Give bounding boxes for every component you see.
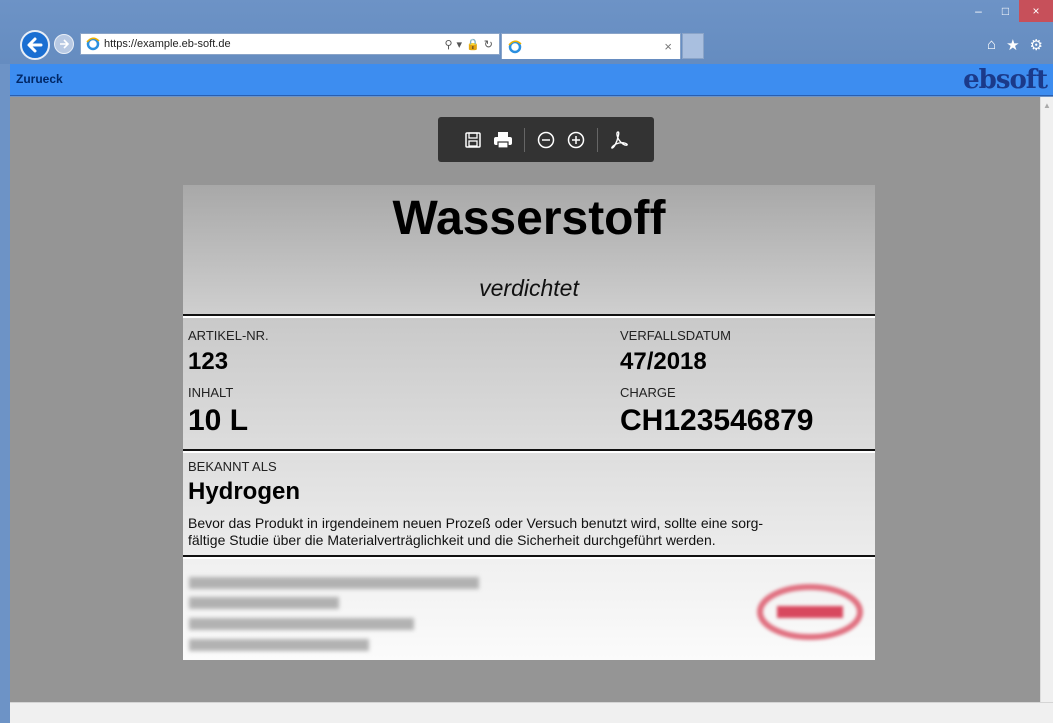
safety-description: Bevor das Produkt in irgendeinem neuen P… [188, 515, 868, 549]
zoom-in-button[interactable] [561, 125, 591, 155]
label-page: Wasserstoff verdichtet ARTIKEL-NR. 123 V… [183, 185, 875, 660]
expiry-value: 47/2018 [620, 348, 707, 375]
blurred-address-line [189, 597, 339, 609]
content-label: INHALT [188, 385, 234, 400]
arrow-right-icon [60, 39, 70, 49]
known-as-value: Hydrogen [188, 478, 301, 505]
product-title: Wasserstoff [392, 192, 666, 245]
save-button[interactable] [458, 125, 488, 155]
status-bar [10, 702, 1053, 723]
expiry-label: VERFALLSDATUM [620, 328, 732, 343]
toolbar-separator [597, 127, 598, 152]
article-number-value: 123 [188, 348, 229, 375]
arrow-left-icon [27, 37, 43, 53]
zoom-out-icon [537, 131, 555, 148]
ebsoft-logo: ebsoft [963, 65, 1048, 95]
search-icon[interactable]: ⚲ [444, 38, 452, 51]
home-icon[interactable]: ⌂ [987, 36, 996, 54]
back-link[interactable]: Zurueck [16, 72, 63, 86]
blurred-company-stamp [757, 584, 863, 640]
open-in-acrobat-button[interactable] [604, 125, 634, 155]
vertical-scrollbar[interactable]: ▲ [1040, 97, 1053, 702]
footer-section [183, 559, 875, 660]
browser-tab[interactable]: × [501, 33, 681, 59]
browser-toolbar-icons: ⌂ ★ ⚙ [987, 36, 1043, 54]
blurred-address-line [189, 577, 479, 589]
refresh-icon[interactable]: ↻ [484, 38, 493, 51]
new-tab-button[interactable] [682, 33, 704, 59]
window-controls: – □ × [965, 0, 1053, 22]
scroll-up-icon[interactable]: ▲ [1041, 101, 1053, 110]
minimize-button[interactable]: – [965, 0, 992, 22]
url-text: https://example.eb-soft.de [104, 38, 231, 50]
tab-close-icon[interactable]: × [664, 39, 672, 54]
article-number-label: ARTIKEL-NR. [188, 328, 269, 343]
lock-icon[interactable]: 🔒 [466, 38, 480, 51]
star-icon[interactable]: ★ [1006, 36, 1019, 54]
batch-value: CH123546879 [620, 404, 814, 437]
dropdown-icon[interactable]: ▾ [457, 38, 463, 51]
known-as-label: BEKANNT ALS [188, 459, 277, 474]
close-window-button[interactable]: × [1019, 0, 1053, 22]
info-section: ARTIKEL-NR. 123 VERFALLSDATUM 47/2018 IN… [183, 318, 875, 451]
blurred-address-line [189, 639, 369, 651]
ie-favicon-icon [508, 40, 522, 53]
browser-back-button[interactable] [20, 30, 50, 60]
acrobat-icon [611, 130, 628, 149]
toolbar-separator [524, 127, 525, 152]
description-section: BEKANNT ALS Hydrogen Bevor das Produkt i… [183, 453, 875, 557]
app-header: Zurueck ebsoft [10, 64, 1053, 96]
blurred-address-line [189, 618, 414, 630]
address-bar[interactable]: https://example.eb-soft.de ⚲ ▾ 🔒 ↻ [80, 33, 500, 55]
batch-label: CHARGE [620, 385, 676, 400]
print-button[interactable] [488, 125, 518, 155]
title-section: Wasserstoff verdichtet [183, 185, 875, 316]
print-icon [494, 131, 512, 149]
zoom-out-button[interactable] [531, 125, 561, 155]
save-icon [465, 131, 481, 148]
pdf-toolbar [438, 117, 654, 162]
product-subtitle: verdichtet [479, 275, 579, 301]
content-value: 10 L [188, 404, 249, 437]
description-line: Bevor das Produkt in irgendeinem neuen P… [188, 515, 764, 531]
gear-icon[interactable]: ⚙ [1030, 36, 1043, 54]
browser-forward-button[interactable] [54, 34, 74, 54]
description-line: fältige Studie über die Materialverträgl… [188, 532, 716, 548]
zoom-in-icon [567, 131, 585, 148]
browser-chrome: https://example.eb-soft.de ⚲ ▾ 🔒 ↻ × – □… [0, 0, 1053, 64]
maximize-button[interactable]: □ [992, 0, 1019, 22]
ie-favicon-icon [86, 37, 100, 51]
